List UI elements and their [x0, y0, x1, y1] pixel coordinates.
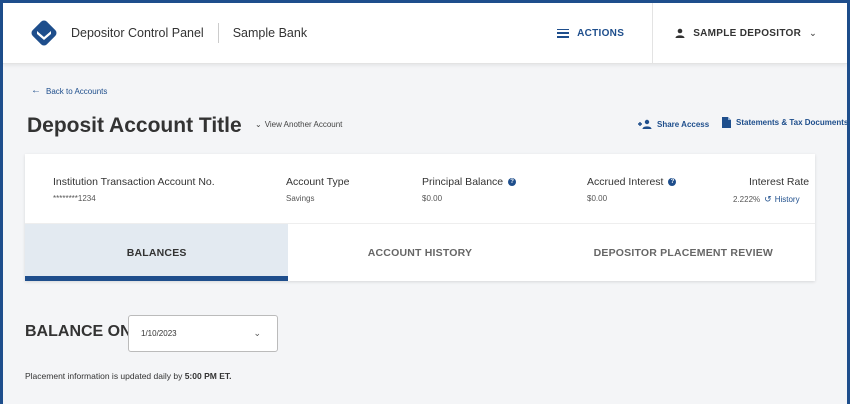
- add-person-icon: [638, 119, 652, 129]
- tab-account-history[interactable]: ACCOUNT HISTORY: [288, 224, 551, 281]
- info-icon[interactable]: ?: [668, 178, 677, 186]
- account-type-label: Account Type: [286, 176, 350, 188]
- hamburger-icon: [557, 28, 570, 38]
- bank-logo-icon[interactable]: [31, 20, 57, 46]
- account-type-field: Account Type Savings: [286, 176, 349, 203]
- actions-label: ACTIONS: [577, 27, 625, 39]
- account-number-label: Institution Transaction Account No.: [53, 176, 215, 188]
- principal-balance-value: $0.00: [422, 194, 443, 203]
- account-summary-card: Institution Transaction Account No. ****…: [25, 154, 815, 281]
- interest-rate-label: Interest Rate: [749, 176, 810, 188]
- principal-balance-field: Principal Balance ? $0.00: [422, 176, 517, 203]
- balance-date-select[interactable]: 1/10/2023 ⌄: [128, 315, 278, 352]
- user-icon: [675, 28, 685, 38]
- back-to-accounts-link[interactable]: ← Back to Accounts: [31, 86, 107, 96]
- bank-name: Sample Bank: [232, 26, 308, 40]
- page-title: Deposit Account Title: [27, 114, 242, 137]
- accrued-interest-field: Accrued Interest ? $0.00: [587, 176, 677, 203]
- interest-history-link[interactable]: ↺ History: [764, 194, 799, 205]
- accrued-interest-value: $0.00: [587, 194, 608, 203]
- back-label: Back to Accounts: [46, 86, 108, 96]
- account-number-value: ********1234: [53, 194, 96, 203]
- actions-menu-button[interactable]: ACTIONS: [529, 3, 652, 63]
- account-number-field: Institution Transaction Account No. ****…: [53, 176, 215, 203]
- history-icon: ↺: [764, 194, 772, 204]
- interest-rate-field: Interest Rate 2.222% ↺ History: [733, 176, 809, 205]
- chevron-down-icon: ⌄: [253, 328, 261, 338]
- share-access-link[interactable]: Share Access: [638, 119, 709, 129]
- accrued-interest-label: Accrued Interest: [587, 176, 664, 188]
- user-name: SAMPLE DEPOSITOR: [693, 27, 802, 39]
- info-icon[interactable]: ?: [508, 178, 517, 186]
- chevron-down-icon: ⌄: [255, 120, 262, 129]
- header-separator: [217, 23, 219, 43]
- statements-label: Statements & Tax Documents: [736, 118, 849, 127]
- view-another-label: View Another Account: [264, 120, 343, 129]
- tab-balances[interactable]: BALANCES: [25, 224, 289, 281]
- placement-update-note: Placement information is updated daily b…: [25, 371, 231, 381]
- chevron-down-icon: ⌄: [809, 27, 817, 38]
- app-title: Depositor Control Panel: [71, 26, 204, 40]
- top-header: Depositor Control Panel Sample Bank ACTI…: [3, 3, 847, 64]
- balance-on-label: BALANCE ON: [25, 323, 132, 340]
- share-access-label: Share Access: [657, 119, 710, 129]
- interest-rate-value: 2.222%: [733, 195, 761, 204]
- principal-balance-label: Principal Balance: [422, 176, 504, 188]
- document-icon: [722, 117, 731, 128]
- view-another-account-dropdown[interactable]: ⌄ View Another Account: [255, 120, 342, 129]
- tab-depositor-placement-review[interactable]: DEPOSITOR PLACEMENT REVIEW: [552, 224, 815, 281]
- selected-date: 1/10/2023: [141, 329, 177, 338]
- note-prefix: Placement information is updated daily b…: [25, 371, 185, 381]
- history-label: History: [774, 195, 800, 204]
- account-type-value: Savings: [286, 194, 315, 203]
- statements-tax-documents-link[interactable]: Statements & Tax Documents: [722, 117, 848, 128]
- arrow-left-icon: ←: [31, 85, 41, 96]
- account-tabs: BALANCES ACCOUNT HISTORY DEPOSITOR PLACE…: [25, 223, 815, 281]
- note-time: 5:00 PM ET.: [184, 371, 232, 381]
- user-menu-button[interactable]: SAMPLE DEPOSITOR ⌄: [653, 28, 847, 39]
